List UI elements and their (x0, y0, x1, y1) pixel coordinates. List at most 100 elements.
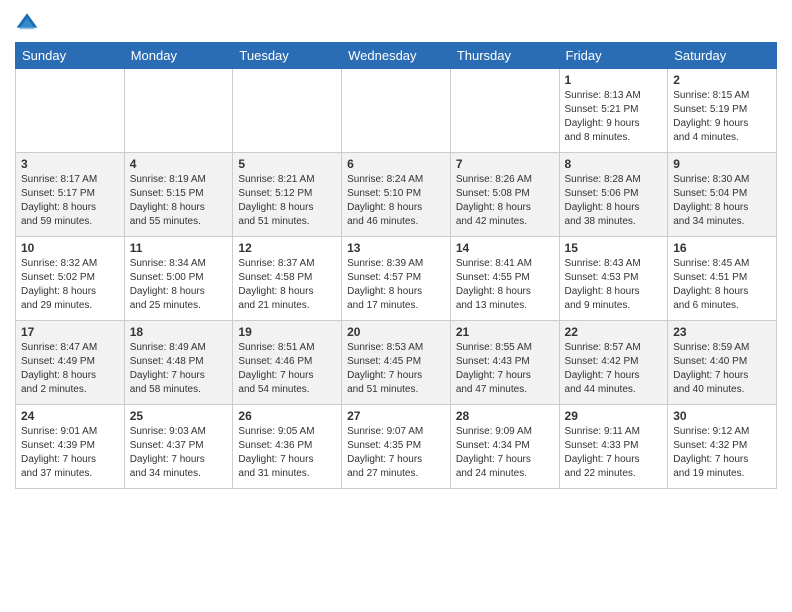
header-saturday: Saturday (668, 43, 777, 69)
day-info: Sunrise: 9:09 AMSunset: 4:34 PMDaylight:… (456, 425, 554, 481)
day-number: 7 (456, 157, 554, 171)
day-number: 13 (347, 241, 445, 255)
day-info: Sunrise: 8:30 AMSunset: 5:04 PMDaylight:… (673, 173, 771, 229)
day-info: Sunrise: 8:39 AMSunset: 4:57 PMDaylight:… (347, 257, 445, 313)
header-friday: Friday (559, 43, 668, 69)
day-info: Sunrise: 8:53 AMSunset: 4:45 PMDaylight:… (347, 341, 445, 397)
day-number: 5 (238, 157, 336, 171)
day-number: 21 (456, 325, 554, 339)
logo (15, 10, 43, 34)
calendar-day-8: 8 Sunrise: 8:28 AMSunset: 5:06 PMDaylight… (559, 153, 668, 237)
calendar-day-14: 14 Sunrise: 8:41 AMSunset: 4:55 PMDayligh… (450, 237, 559, 321)
day-info: Sunrise: 8:26 AMSunset: 5:08 PMDaylight:… (456, 173, 554, 229)
day-info: Sunrise: 9:12 AMSunset: 4:32 PMDaylight:… (673, 425, 771, 481)
day-number: 6 (347, 157, 445, 171)
day-number: 3 (21, 157, 119, 171)
day-info: Sunrise: 8:37 AMSunset: 4:58 PMDaylight:… (238, 257, 336, 313)
header-row: SundayMondayTuesdayWednesdayThursdayFrid… (16, 43, 777, 69)
day-info: Sunrise: 8:34 AMSunset: 5:00 PMDaylight:… (130, 257, 228, 313)
calendar-day-23: 23Sunrise: 8:59 AMSunset: 4:40 PMDayligh… (668, 321, 777, 405)
day-info: Sunrise: 8:24 AMSunset: 5:10 PMDaylight:… (347, 173, 445, 229)
calendar-header: SundayMondayTuesdayWednesdayThursdayFrid… (16, 43, 777, 69)
day-info: Sunrise: 8:51 AMSunset: 4:46 PMDaylight:… (238, 341, 336, 397)
calendar-day-22: 22Sunrise: 8:57 AMSunset: 4:42 PMDayligh… (559, 321, 668, 405)
calendar-day-3: 3 Sunrise: 8:17 AMSunset: 5:17 PMDaylight… (16, 153, 125, 237)
day-number: 25 (130, 409, 228, 423)
calendar-empty (233, 69, 342, 153)
calendar-day-26: 26 Sunrise: 9:05 AMSunset: 4:36 PMDayligh… (233, 405, 342, 489)
calendar-day-20: 20 Sunrise: 8:53 AMSunset: 4:45 PMDayligh… (342, 321, 451, 405)
calendar-day-15: 15 Sunrise: 8:43 AMSunset: 4:53 PMDayligh… (559, 237, 668, 321)
day-info: Sunrise: 8:41 AMSunset: 4:55 PMDaylight:… (456, 257, 554, 313)
day-number: 27 (347, 409, 445, 423)
calendar-day-12: 12 Sunrise: 8:37 AMSunset: 4:58 PMDayligh… (233, 237, 342, 321)
calendar-week-2: 3 Sunrise: 8:17 AMSunset: 5:17 PMDaylight… (16, 153, 777, 237)
calendar-empty (342, 69, 451, 153)
day-number: 10 (21, 241, 119, 255)
day-info: Sunrise: 8:47 AMSunset: 4:49 PMDaylight:… (21, 341, 119, 397)
day-info: Sunrise: 8:43 AMSunset: 4:53 PMDaylight:… (565, 257, 663, 313)
day-number: 12 (238, 241, 336, 255)
calendar-day-21: 21 Sunrise: 8:55 AMSunset: 4:43 PMDayligh… (450, 321, 559, 405)
calendar-day-28: 28 Sunrise: 9:09 AMSunset: 4:34 PMDayligh… (450, 405, 559, 489)
page-container: SundayMondayTuesdayWednesdayThursdayFrid… (0, 0, 792, 612)
calendar-day-6: 6 Sunrise: 8:24 AMSunset: 5:10 PMDaylight… (342, 153, 451, 237)
day-number: 1 (565, 73, 663, 87)
calendar-day-25: 25 Sunrise: 9:03 AMSunset: 4:37 PMDayligh… (124, 405, 233, 489)
calendar-day-10: 10Sunrise: 8:32 AMSunset: 5:02 PMDayligh… (16, 237, 125, 321)
day-info: Sunrise: 8:21 AMSunset: 5:12 PMDaylight:… (238, 173, 336, 229)
day-info: Sunrise: 8:55 AMSunset: 4:43 PMDaylight:… (456, 341, 554, 397)
day-number: 23 (673, 325, 771, 339)
calendar-empty (16, 69, 125, 153)
day-info: Sunrise: 8:19 AMSunset: 5:15 PMDaylight:… (130, 173, 228, 229)
calendar-body: 1 Sunrise: 8:13 AMSunset: 5:21 PMDaylight… (16, 69, 777, 489)
calendar-table: SundayMondayTuesdayWednesdayThursdayFrid… (15, 42, 777, 489)
day-number: 29 (565, 409, 663, 423)
calendar-day-18: 18Sunrise: 8:49 AMSunset: 4:48 PMDayligh… (124, 321, 233, 405)
day-number: 15 (565, 241, 663, 255)
calendar-day-7: 7 Sunrise: 8:26 AMSunset: 5:08 PMDaylight… (450, 153, 559, 237)
calendar-day-24: 24 Sunrise: 9:01 AMSunset: 4:39 PMDayligh… (16, 405, 125, 489)
day-number: 20 (347, 325, 445, 339)
calendar-day-11: 11 Sunrise: 8:34 AMSunset: 5:00 PMDayligh… (124, 237, 233, 321)
day-number: 28 (456, 409, 554, 423)
calendar-day-27: 27 Sunrise: 9:07 AMSunset: 4:35 PMDayligh… (342, 405, 451, 489)
calendar-day-16: 16Sunrise: 8:45 AMSunset: 4:51 PMDayligh… (668, 237, 777, 321)
day-info: Sunrise: 9:11 AMSunset: 4:33 PMDaylight:… (565, 425, 663, 481)
day-number: 8 (565, 157, 663, 171)
day-number: 19 (238, 325, 336, 339)
calendar-week-1: 1 Sunrise: 8:13 AMSunset: 5:21 PMDaylight… (16, 69, 777, 153)
calendar-empty (450, 69, 559, 153)
calendar-day-13: 13 Sunrise: 8:39 AMSunset: 4:57 PMDayligh… (342, 237, 451, 321)
calendar-day-4: 4 Sunrise: 8:19 AMSunset: 5:15 PMDaylight… (124, 153, 233, 237)
day-info: Sunrise: 9:01 AMSunset: 4:39 PMDaylight:… (21, 425, 119, 481)
day-number: 24 (21, 409, 119, 423)
calendar-day-30: 30Sunrise: 9:12 AMSunset: 4:32 PMDayligh… (668, 405, 777, 489)
calendar-day-19: 19 Sunrise: 8:51 AMSunset: 4:46 PMDayligh… (233, 321, 342, 405)
day-number: 26 (238, 409, 336, 423)
day-number: 9 (673, 157, 771, 171)
day-number: 2 (673, 73, 771, 87)
day-info: Sunrise: 8:17 AMSunset: 5:17 PMDaylight:… (21, 173, 119, 229)
day-info: Sunrise: 9:05 AMSunset: 4:36 PMDaylight:… (238, 425, 336, 481)
header-wednesday: Wednesday (342, 43, 451, 69)
day-info: Sunrise: 9:07 AMSunset: 4:35 PMDaylight:… (347, 425, 445, 481)
logo-icon (15, 10, 39, 34)
day-info: Sunrise: 8:28 AMSunset: 5:06 PMDaylight:… (565, 173, 663, 229)
calendar-day-2: 2Sunrise: 8:15 AMSunset: 5:19 PMDaylight… (668, 69, 777, 153)
day-info: Sunrise: 8:13 AMSunset: 5:21 PMDaylight:… (565, 89, 663, 145)
calendar-day-1: 1 Sunrise: 8:13 AMSunset: 5:21 PMDaylight… (559, 69, 668, 153)
calendar-week-5: 24 Sunrise: 9:01 AMSunset: 4:39 PMDayligh… (16, 405, 777, 489)
day-number: 18 (130, 325, 228, 339)
day-info: Sunrise: 8:45 AMSunset: 4:51 PMDaylight:… (673, 257, 771, 313)
calendar-day-17: 17 Sunrise: 8:47 AMSunset: 4:49 PMDayligh… (16, 321, 125, 405)
page-header (15, 10, 777, 34)
header-tuesday: Tuesday (233, 43, 342, 69)
day-info: Sunrise: 9:03 AMSunset: 4:37 PMDaylight:… (130, 425, 228, 481)
day-number: 14 (456, 241, 554, 255)
day-number: 17 (21, 325, 119, 339)
calendar-day-5: 5 Sunrise: 8:21 AMSunset: 5:12 PMDaylight… (233, 153, 342, 237)
day-number: 4 (130, 157, 228, 171)
day-info: Sunrise: 8:57 AMSunset: 4:42 PMDaylight:… (565, 341, 663, 397)
day-number: 11 (130, 241, 228, 255)
